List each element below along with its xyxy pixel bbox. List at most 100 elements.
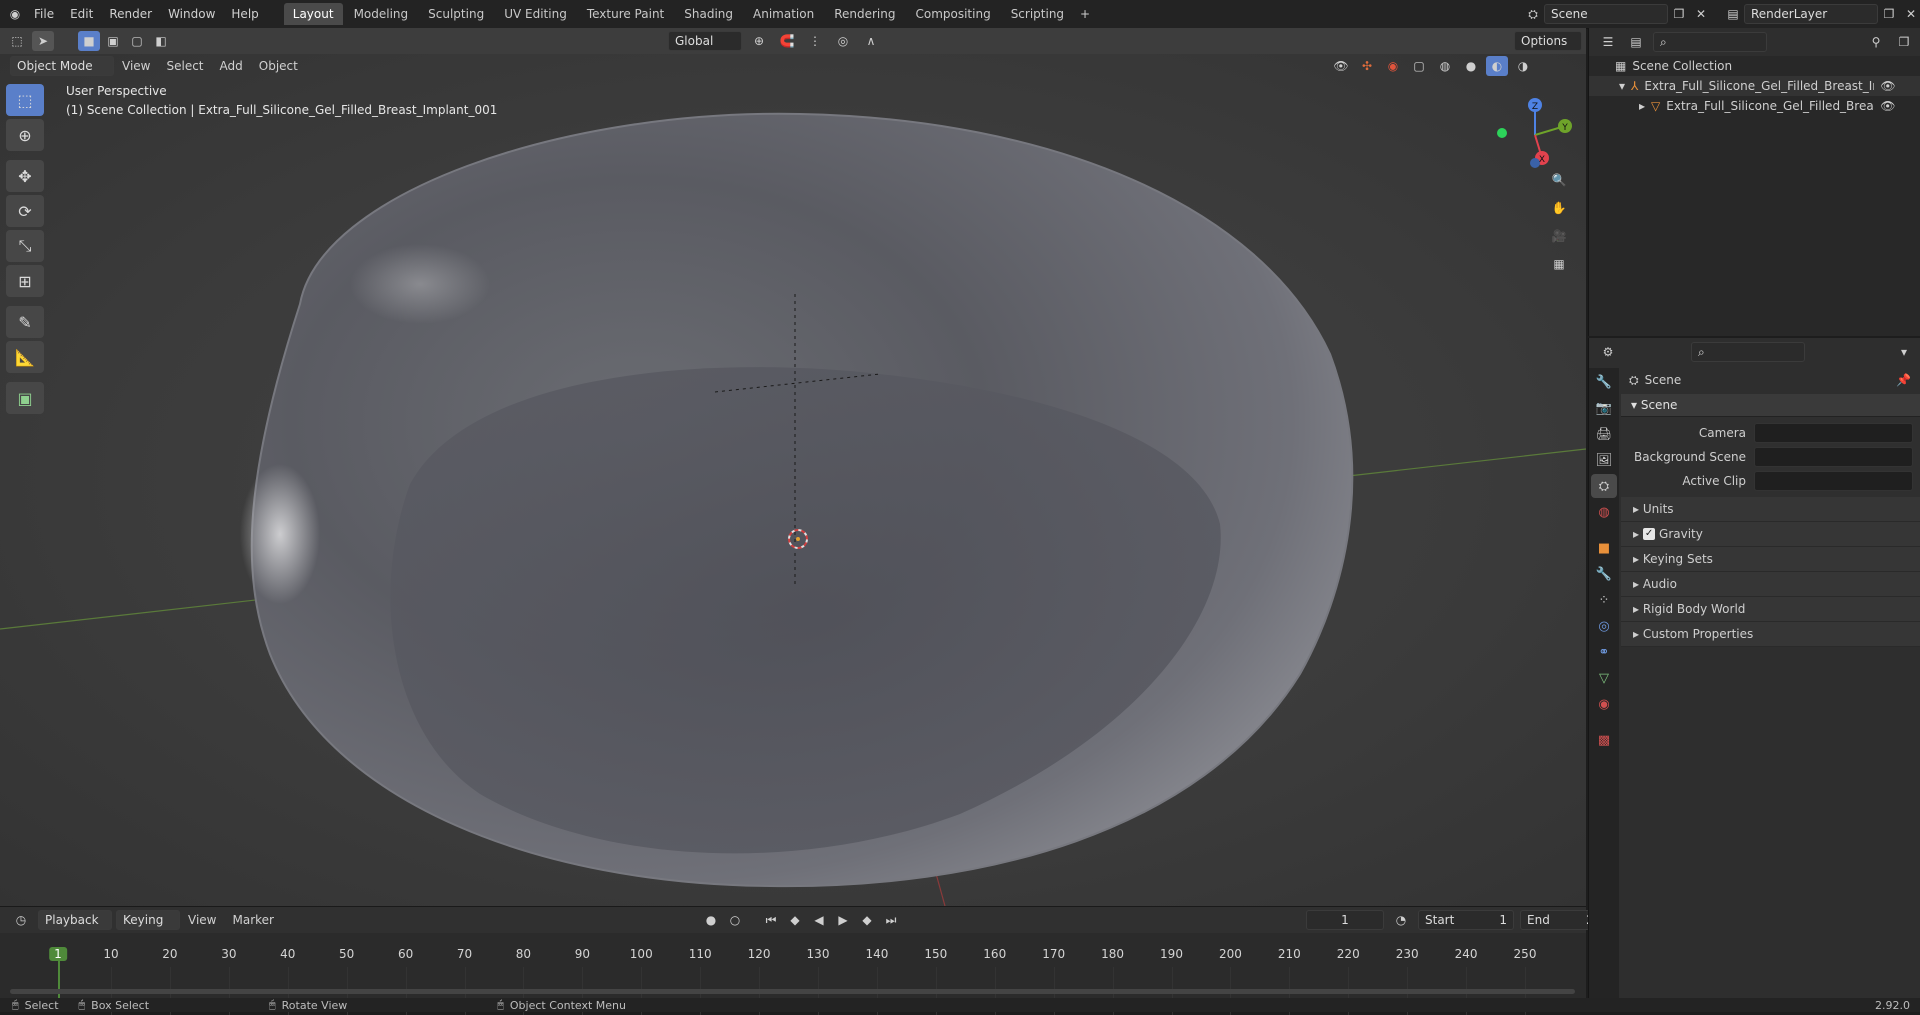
view-layer-selector[interactable]: ▤ RenderLayer ❐ ✕ [1722,3,1920,25]
gizmo-toggle-icon[interactable]: ✣ [1356,56,1378,76]
scene-name-field[interactable]: Scene [1544,4,1668,24]
cursor-tool-icon[interactable]: ⊕ [6,119,44,151]
expand-icon[interactable]: ▾ [1619,79,1625,93]
camera-field[interactable] [1754,423,1913,443]
material-tab-icon[interactable]: ◉ [1591,692,1617,716]
rigid-body-world-panel[interactable]: ▸ Rigid Body World [1621,597,1920,622]
timeline-editor-icon[interactable]: ◷ [10,910,32,930]
tab-sculpting[interactable]: Sculpting [419,3,493,25]
menu-render[interactable]: Render [101,2,160,26]
keying-menu[interactable]: Keying [116,910,180,930]
snap-target-icon[interactable]: ⋮ [804,31,826,51]
add-workspace-icon[interactable]: + [1074,4,1096,24]
timeline-marker-menu[interactable]: Marker [224,908,281,932]
material-shading-icon[interactable]: ◐ [1486,56,1508,76]
display-mode-icon[interactable]: ▤ [1625,32,1647,52]
start-frame-field[interactable]: Start 1 [1418,910,1514,930]
jump-start-icon[interactable]: ⏮ [760,910,782,930]
outliner-item[interactable]: ▾ ⅄ Extra_Full_Silicone_Gel_Filled_Breas… [1589,76,1920,96]
3d-viewport[interactable]: User Perspective (1) Scene Collection | … [0,54,1586,906]
tool-tab-icon[interactable]: 🔧 [1591,370,1617,394]
delete-scene-icon[interactable]: ✕ [1690,4,1712,24]
vp-menu-select[interactable]: Select [158,54,211,78]
transform-orientation-dropdown[interactable]: Global [668,31,742,51]
vp-menu-add[interactable]: Add [212,54,251,78]
pin-icon[interactable]: 📌 [1896,373,1911,387]
tweak-tool-icon[interactable]: ➤ [32,31,54,51]
object-mode-dropdown[interactable]: Object Mode [10,56,114,76]
rotate-tool-icon[interactable]: ⟳ [6,195,44,227]
new-collection-icon[interactable]: ❐ [1893,32,1915,52]
current-frame-field[interactable]: 1 [1306,910,1384,930]
tab-compositing[interactable]: Compositing [906,3,999,25]
custom-properties-panel[interactable]: ▸ Custom Properties [1621,622,1920,647]
active-clip-field[interactable] [1754,471,1913,491]
eye-icon[interactable]: 👁 [1880,99,1895,113]
timeline-scrollbar[interactable] [10,989,1575,994]
new-scene-icon[interactable]: ❐ [1668,4,1690,24]
vp-menu-object[interactable]: Object [251,54,306,78]
properties-search-input[interactable]: ⌕ [1691,342,1805,362]
menu-file[interactable]: File [26,2,62,26]
record-icon[interactable]: ● [700,910,722,930]
audio-panel[interactable]: ▸ Audio [1621,572,1920,597]
tab-layout[interactable]: Layout [283,3,343,25]
menu-window[interactable]: Window [160,2,223,26]
proportional-editing-icon[interactable]: ◎ [832,31,854,51]
timeline[interactable]: ◷ Playback Keying View Marker ● ○ ⏮ ◆ ◀ … [0,906,1616,1015]
outliner-item[interactable]: ▸ ▽ Extra_Full_Silicone_Gel_Filled_Breas… [1589,96,1920,116]
properties-options-icon[interactable]: ▾ [1893,342,1915,362]
select-box-tool-icon[interactable]: ⬚ [6,84,44,116]
output-tab-icon[interactable]: 🖨 [1591,422,1617,446]
select-subtract-icon[interactable]: ▢ [126,31,148,51]
expand-icon[interactable]: ▸ [1639,99,1645,113]
xray-icon[interactable]: ▢ [1408,56,1430,76]
playback-menu[interactable]: Playback [38,910,112,930]
falloff-icon[interactable]: ∧ [860,31,882,51]
tab-shading[interactable]: Shading [675,3,742,25]
next-keyframe-icon[interactable]: ◆ [856,910,878,930]
tab-modeling[interactable]: Modeling [345,3,418,25]
select-extend-icon[interactable]: ▣ [102,31,124,51]
data-tab-icon[interactable]: ▽ [1591,666,1617,690]
timeline-ruler[interactable]: 1 10 20 30 40 50 60 70 80 90 100 110 120 130 140 150 160… [0,933,1586,1015]
scene-panel-header[interactable]: ▾ Scene [1621,394,1920,417]
tab-texture-paint[interactable]: Texture Paint [578,3,673,25]
outliner-editor-icon[interactable]: ☰ [1597,32,1619,52]
camera-view-icon[interactable]: 🎥 [1548,226,1570,246]
jump-end-icon[interactable]: ⏭ [880,910,902,930]
select-invert-icon[interactable]: ◧ [150,31,172,51]
pivot-icon[interactable]: ⊕ [748,31,770,51]
scene-tab-icon[interactable]: ⛭ [1591,474,1617,498]
prev-keyframe-icon[interactable]: ◆ [784,910,806,930]
texture-tab-icon[interactable]: ▩ [1591,728,1617,752]
snap-icon[interactable]: 🧲 [776,31,798,51]
navigation-gizmo[interactable]: Z Y X [1490,90,1580,180]
add-cube-tool-icon[interactable]: ▣ [6,382,44,414]
physics-tab-icon[interactable]: ◎ [1591,614,1617,638]
keying-sets-panel[interactable]: ▸ Keying Sets [1621,547,1920,572]
solid-shading-icon[interactable]: ● [1460,56,1482,76]
view-layer-tab-icon[interactable]: 🖼 [1591,448,1617,472]
outliner-search-input[interactable]: ⌕ [1653,32,1767,52]
tab-uv-editing[interactable]: UV Editing [495,3,576,25]
ortho-grid-icon[interactable]: ▦ [1548,254,1570,274]
select-new-icon[interactable]: ■ [78,31,100,51]
modifier-tab-icon[interactable]: 🔧 [1591,562,1617,586]
new-view-layer-icon[interactable]: ❐ [1878,4,1900,24]
auto-key-icon[interactable]: ○ [724,910,746,930]
wireframe-shading-icon[interactable]: ◍ [1434,56,1456,76]
annotate-tool-icon[interactable]: ✎ [6,306,44,338]
pan-hand-icon[interactable]: ✋ [1548,198,1570,218]
overlay-toggle-icon[interactable]: ◉ [1382,56,1404,76]
preview-range-icon[interactable]: ◔ [1390,910,1412,930]
eye-icon[interactable]: 👁 [1880,79,1895,93]
timeline-view-menu[interactable]: View [180,908,224,932]
scale-tool-icon[interactable]: ⤡ [6,230,44,262]
play-icon[interactable]: ▶ [832,910,854,930]
zoom-icon[interactable]: 🔍 [1548,170,1570,190]
rendered-shading-icon[interactable]: ◑ [1512,56,1534,76]
world-tab-icon[interactable]: ◍ [1591,500,1617,524]
render-tab-icon[interactable]: 📷 [1591,396,1617,420]
tab-animation[interactable]: Animation [744,3,823,25]
